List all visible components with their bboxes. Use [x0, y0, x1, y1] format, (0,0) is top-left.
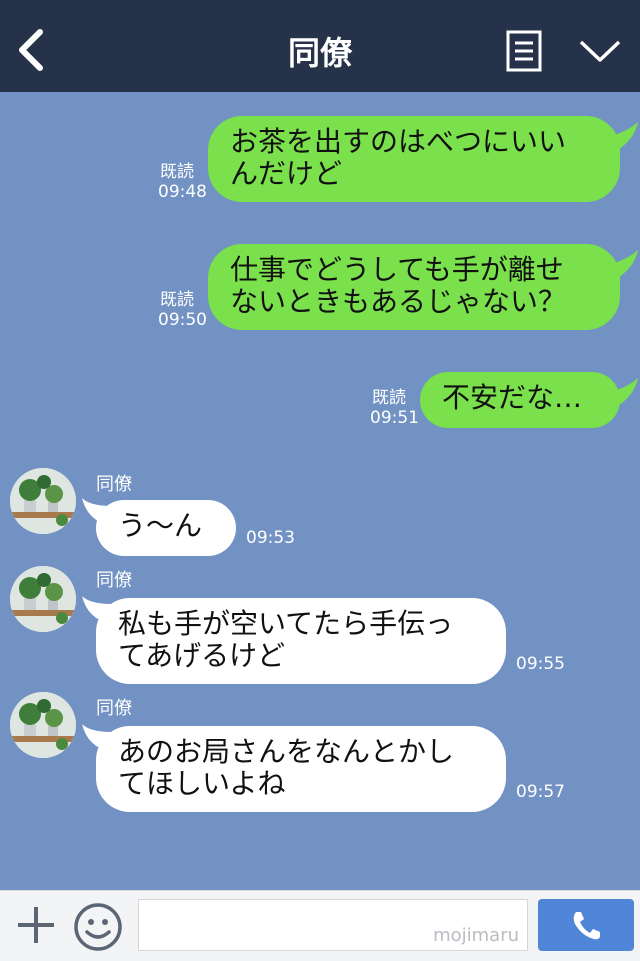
watermark: mojimaru	[433, 925, 519, 946]
sender-name: 同僚	[96, 698, 132, 719]
call-button[interactable]	[538, 899, 634, 951]
message-input-bar: mojimaru	[0, 890, 640, 961]
incoming-message-bubble[interactable]: 私も手が空いてたら手伝っ てあげるけど	[96, 598, 506, 684]
incoming-message-bubble[interactable]: あのお局さんをなんとかし てほしいよね	[96, 726, 506, 812]
read-receipt: 既読	[372, 388, 406, 408]
message-input[interactable]: mojimaru	[138, 899, 528, 951]
chat-title: 同僚	[287, 34, 352, 72]
outgoing-message-bubble[interactable]: 不安だな…	[420, 372, 620, 428]
read-receipt: 既読	[160, 162, 194, 182]
phone-icon	[573, 912, 600, 940]
sender-name: 同僚	[96, 570, 132, 591]
chat-header: 同僚	[0, 0, 640, 92]
message-list[interactable]: お茶を出すのはべつにいい んだけど 既読 09:48 仕事でどうしても手が離せ …	[0, 92, 640, 890]
avatar[interactable]	[10, 468, 76, 534]
plus-icon[interactable]	[14, 903, 58, 947]
message-time: 09:48	[158, 182, 207, 202]
avatar[interactable]	[10, 566, 76, 632]
notes-icon[interactable]	[506, 30, 542, 72]
message-time: 09:51	[370, 408, 419, 428]
outgoing-message-bubble[interactable]: 仕事でどうしても手が離せ ないときもあるじゃない？	[208, 244, 620, 330]
emoji-icon[interactable]	[72, 901, 124, 953]
message-time: 09:55	[516, 654, 565, 674]
chevron-down-icon[interactable]	[578, 36, 622, 66]
plant-avatar-icon	[10, 468, 76, 534]
message-time: 09:50	[158, 310, 207, 330]
outgoing-message-bubble[interactable]: お茶を出すのはべつにいい んだけど	[208, 116, 620, 202]
plant-avatar-icon	[10, 692, 76, 758]
sender-name: 同僚	[96, 474, 132, 495]
incoming-message-bubble[interactable]: う～ん	[96, 500, 236, 556]
plant-avatar-icon	[10, 566, 76, 632]
read-receipt: 既読	[160, 290, 194, 310]
message-time: 09:53	[246, 528, 295, 548]
avatar[interactable]	[10, 692, 76, 758]
message-time: 09:57	[516, 782, 565, 802]
